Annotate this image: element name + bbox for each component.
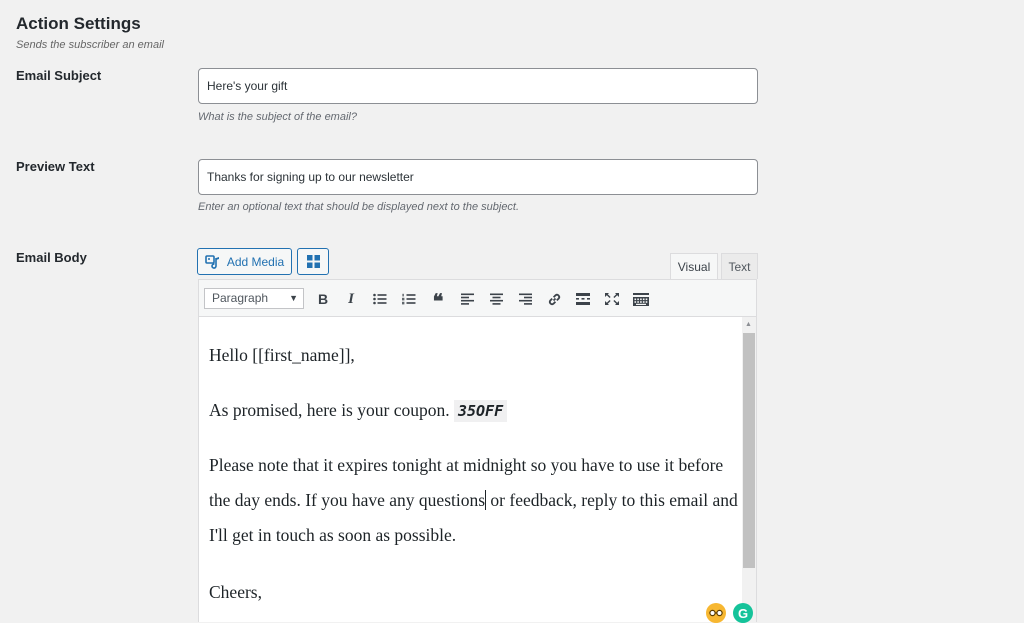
email-subject-label: Email Subject (16, 68, 102, 83)
link-icon[interactable] (543, 288, 565, 310)
toolbar-toggle-icon[interactable] (630, 288, 652, 310)
italic-icon[interactable]: I (340, 288, 362, 310)
align-center-icon[interactable] (485, 288, 507, 310)
scrollbar-thumb[interactable] (743, 333, 755, 568)
coupon-intro-text: As promised, here is your coupon. (209, 400, 450, 420)
greeting-paragraph: Hello [[first_name]], (209, 338, 739, 373)
format-select-value: Paragraph (212, 291, 269, 305)
tab-visual[interactable]: Visual (670, 253, 718, 280)
grid-icon (306, 255, 320, 268)
signoff-paragraph: Cheers, (209, 575, 739, 610)
section-title: Action Settings (16, 14, 141, 33)
body-paragraph: Please note that it expires tonight at m… (209, 448, 739, 553)
editor-toolbar: Paragraph ▼ B I ❝ (198, 279, 757, 317)
align-right-icon[interactable] (514, 288, 536, 310)
add-media-icon (205, 254, 221, 269)
email-subject-description: What is the subject of the email? (198, 111, 357, 123)
read-more-icon[interactable] (572, 288, 594, 310)
format-select[interactable]: Paragraph ▼ (204, 288, 304, 309)
section-description: Sends the subscriber an email (16, 39, 164, 51)
bold-icon[interactable]: B (312, 288, 334, 310)
signoff-text: Cheers, (209, 582, 262, 602)
align-left-icon[interactable] (456, 288, 478, 310)
chevron-down-icon: ▼ (289, 293, 298, 303)
email-body-label: Email Body (16, 250, 87, 265)
email-body-editor[interactable]: Hello [[first_name]], As promised, here … (198, 317, 757, 622)
tab-text[interactable]: Text (721, 253, 758, 279)
email-subject-input[interactable] (198, 68, 758, 104)
fullscreen-icon[interactable] (601, 288, 623, 310)
coupon-code: 35OFF (453, 400, 508, 422)
emoji-nerd-icon[interactable] (706, 603, 726, 623)
bullet-list-icon[interactable] (369, 288, 391, 310)
grammarly-icon[interactable]: G (733, 603, 753, 623)
add-block-button[interactable] (297, 248, 329, 275)
scroll-up-icon[interactable]: ▲ (745, 321, 752, 328)
preview-text-input[interactable] (198, 159, 758, 195)
add-media-button[interactable]: Add Media (197, 248, 292, 275)
coupon-paragraph: As promised, here is your coupon. 35OFF (209, 393, 739, 429)
numbered-list-icon[interactable] (398, 288, 420, 310)
preview-text-label: Preview Text (16, 159, 95, 174)
blockquote-icon[interactable]: ❝ (427, 288, 449, 312)
greeting-text: Hello [[first_name]], (209, 345, 355, 365)
add-media-label: Add Media (226, 254, 285, 269)
editor-scrollbar[interactable]: ▲ (742, 317, 756, 622)
preview-text-description: Enter an optional text that should be di… (198, 201, 520, 213)
